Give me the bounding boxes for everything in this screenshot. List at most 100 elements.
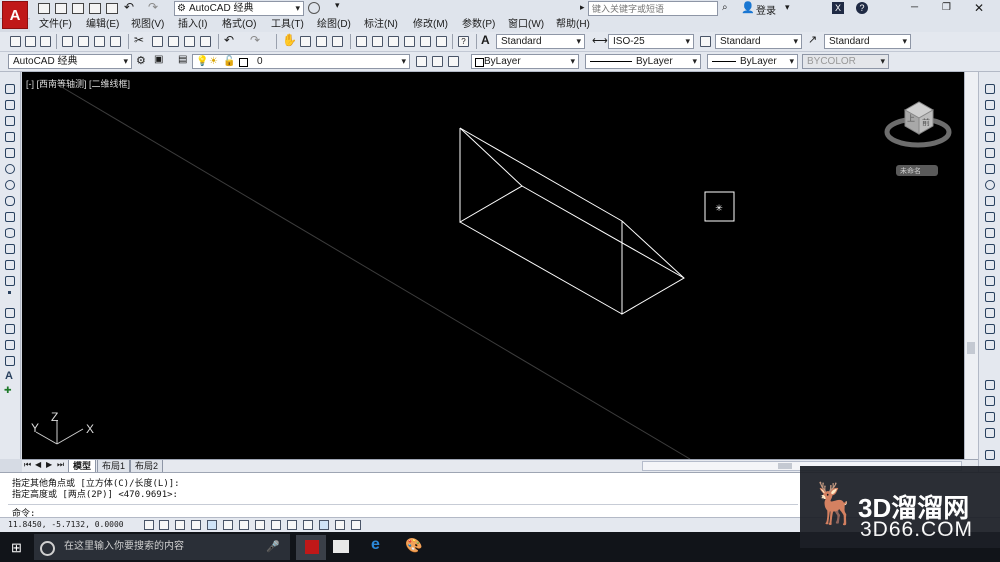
table-icon[interactable] (5, 356, 15, 366)
vertical-scroll-thumb[interactable] (967, 342, 975, 354)
infer-constraints-toggle[interactable] (144, 520, 154, 530)
help-icon[interactable]: ? (856, 2, 868, 14)
drawing-viewport[interactable]: [-] [西南等轴测] [二维线框] ✳ Z Y X 前 上 未命名 (22, 72, 964, 459)
color-dropdown[interactable]: ByLayer (471, 54, 579, 69)
taskbar-app-video-icon[interactable] (333, 540, 349, 553)
construction-line-icon[interactable] (5, 100, 15, 110)
polyline-icon[interactable] (5, 116, 15, 126)
spline-icon[interactable] (5, 212, 15, 222)
windows-start-icon[interactable]: ⊞ (11, 540, 22, 556)
matchprop-icon[interactable] (184, 36, 195, 47)
polar-tracking-toggle[interactable] (207, 520, 217, 530)
move-icon[interactable] (985, 164, 995, 174)
restore-icon[interactable]: ❐ (942, 2, 951, 13)
search-input[interactable] (588, 1, 718, 16)
text-style-dropdown[interactable]: Standard (496, 34, 585, 49)
extend-icon[interactable] (985, 244, 995, 254)
search-icon[interactable]: ⌕ (722, 2, 728, 13)
layer-previous-icon[interactable] (432, 56, 443, 67)
add-selected-icon[interactable]: ✚ (4, 385, 12, 396)
point-icon[interactable] (8, 291, 11, 294)
designcenter-icon[interactable] (372, 36, 383, 47)
menu-format[interactable]: 格式(O) (222, 18, 256, 32)
expand-arrow-icon[interactable]: ▸ (580, 2, 585, 13)
sheetset-icon[interactable] (404, 36, 415, 47)
insert-block-icon[interactable] (5, 260, 15, 270)
blockeditor-icon[interactable] (200, 36, 211, 47)
chamfer-icon[interactable] (985, 292, 995, 302)
circle-icon[interactable] (5, 180, 15, 190)
linetype-dropdown[interactable]: ByLayer (585, 54, 701, 69)
table-style-dropdown[interactable]: Standard (715, 34, 802, 49)
taskbar-app-autocad[interactable] (296, 535, 326, 560)
wcs-menu[interactable]: 未命名 (900, 166, 921, 176)
vertical-scrollbar[interactable] (964, 72, 978, 459)
taskbar-search-box[interactable]: 在这里输入你要搜索的内容 🎤 (34, 534, 290, 560)
publish-icon[interactable] (94, 36, 105, 47)
close-icon[interactable]: ✕ (974, 1, 984, 15)
menu-parametric[interactable]: 参数(P) (462, 18, 495, 32)
open-file-icon[interactable] (25, 36, 36, 47)
object-snap-toggle[interactable] (223, 520, 233, 530)
layer-dropdown[interactable]: 💡 ☀ 🔓 0 (192, 54, 410, 69)
menu-window[interactable]: 窗口(W) (508, 18, 544, 32)
selection-cycling-toggle[interactable] (351, 520, 361, 530)
menu-insert[interactable]: 插入(I) (178, 18, 207, 32)
3d-object-snap-toggle[interactable] (239, 520, 249, 530)
menu-help[interactable]: 帮助(H) (556, 18, 590, 32)
user-icon[interactable]: 👤 (741, 1, 755, 14)
tab-next-icon[interactable]: ▶ (46, 460, 52, 469)
gradient-icon[interactable] (5, 324, 15, 334)
tab-first-icon[interactable]: ⏮ (24, 460, 31, 470)
workspace-dropdown[interactable]: ⚙ AutoCAD 经典 (174, 1, 304, 16)
globe-icon[interactable] (308, 2, 320, 14)
text-front-icon[interactable] (985, 450, 995, 460)
minimize-icon[interactable]: ─ (911, 2, 918, 13)
menu-edit[interactable]: 编辑(E) (86, 18, 119, 32)
fillet-icon[interactable] (985, 308, 995, 318)
save-file-icon[interactable] (40, 36, 51, 47)
blend-icon[interactable] (985, 324, 995, 334)
3dprint-icon[interactable] (110, 36, 121, 47)
undo-icon[interactable]: ↶ (124, 0, 134, 14)
workspace-switch-dropdown[interactable]: AutoCAD 经典 (8, 54, 132, 69)
application-menu-button[interactable]: A (2, 1, 28, 29)
qnew-icon[interactable] (10, 36, 21, 47)
horizontal-scroll-thumb[interactable] (778, 463, 792, 469)
region-icon[interactable] (5, 340, 15, 350)
polygon-icon[interactable] (5, 132, 15, 142)
layer-manager-icon[interactable]: ▤ (178, 54, 187, 65)
menu-file[interactable]: 文件(F) (39, 18, 72, 32)
toolpalettes-icon[interactable] (388, 36, 399, 47)
save-icon[interactable] (72, 3, 84, 14)
break-icon[interactable] (985, 260, 995, 270)
offset-icon[interactable] (985, 132, 995, 142)
open-icon[interactable] (55, 3, 67, 14)
login-dropdown-icon[interactable]: ▾ (785, 2, 790, 13)
pan-icon[interactable]: ✋ (282, 33, 297, 47)
join-icon[interactable] (985, 276, 995, 286)
array-icon[interactable] (985, 148, 995, 158)
copy-object-icon[interactable] (985, 100, 995, 110)
redo-icon[interactable]: ↷ (148, 0, 158, 14)
help-tool-icon[interactable]: ? (458, 36, 469, 47)
multiline-text-icon[interactable]: A (5, 370, 13, 382)
paste-icon[interactable] (168, 36, 179, 47)
properties-icon[interactable] (356, 36, 367, 47)
trim-icon[interactable] (985, 228, 995, 238)
zoom-window-icon[interactable] (316, 36, 327, 47)
workspace-settings-icon[interactable]: ⚙ (136, 54, 146, 67)
bring-above-icon[interactable] (985, 412, 995, 422)
new-icon[interactable] (38, 3, 50, 14)
saveas-icon[interactable] (89, 3, 101, 14)
ortho-toggle[interactable] (191, 520, 201, 530)
undo-tool-icon[interactable]: ↶ (224, 33, 234, 47)
explode-icon[interactable] (985, 340, 995, 350)
multileader-style-dropdown[interactable]: Standard (824, 34, 911, 49)
tab-last-icon[interactable]: ⏭ (57, 460, 64, 470)
tab-prev-icon[interactable]: ◀ (35, 460, 41, 469)
object-snap-tracking-toggle[interactable] (255, 520, 265, 530)
scale-icon[interactable] (985, 196, 995, 206)
zoom-realtime-icon[interactable] (300, 36, 311, 47)
mirror-icon[interactable] (985, 116, 995, 126)
